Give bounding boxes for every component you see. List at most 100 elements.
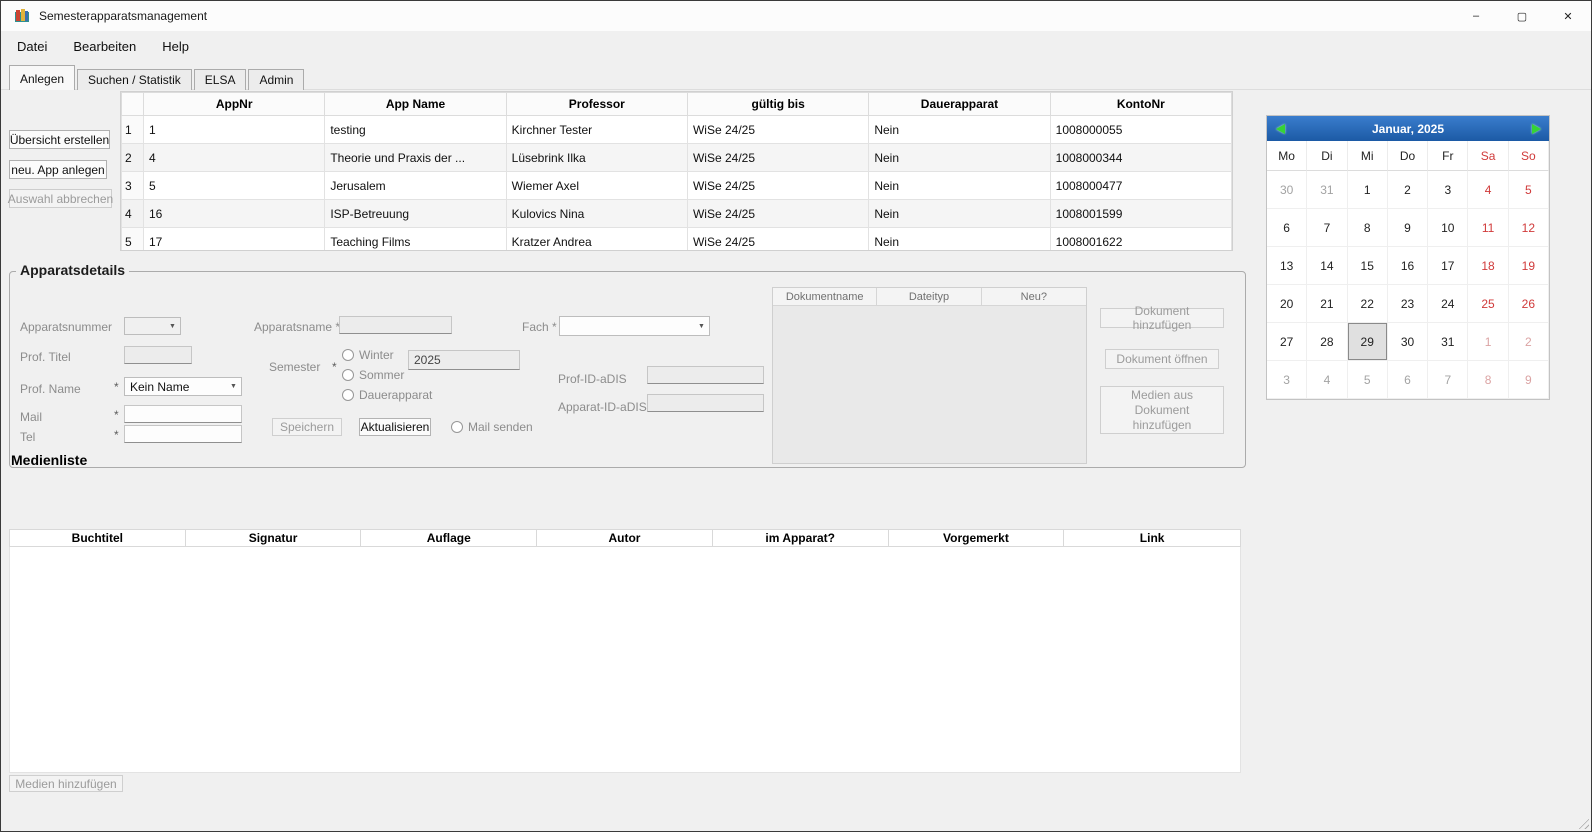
calendar-day[interactable]: 23	[1388, 285, 1428, 323]
prof-name-combobox[interactable]: Kein Name ▼	[124, 377, 242, 396]
table-row[interactable]: 517Teaching FilmsKratzer AndreaWiSe 24/2…	[122, 228, 1232, 252]
table-cell[interactable]: 1008000055	[1050, 116, 1231, 144]
speichern-button[interactable]: Speichern	[272, 418, 342, 436]
calendar-day[interactable]: 27	[1267, 323, 1307, 361]
apparatsname-field[interactable]	[339, 316, 452, 334]
maximize-icon[interactable]: ▢	[1499, 1, 1545, 31]
calendar-day[interactable]: 12	[1509, 209, 1549, 247]
calendar-day[interactable]: 17	[1428, 247, 1468, 285]
calendar-day[interactable]: 7	[1428, 361, 1468, 399]
table-cell[interactable]: 1008001599	[1050, 200, 1231, 228]
tab-admin[interactable]: Admin	[248, 69, 304, 90]
close-icon[interactable]: ✕	[1545, 1, 1591, 31]
apparatsnummer-combobox[interactable]: ▼	[124, 317, 181, 335]
table-cell[interactable]: Kulovics Nina	[506, 200, 687, 228]
resize-grip-icon[interactable]	[1576, 816, 1589, 829]
mail-senden-checkbox[interactable]: Mail senden	[451, 420, 533, 434]
table-cell[interactable]: testing	[325, 116, 506, 144]
tel-field[interactable]	[124, 425, 242, 443]
calendar-day[interactable]: 4	[1468, 171, 1508, 209]
calendar-day[interactable]: 6	[1388, 361, 1428, 399]
tab-suchen-statistik[interactable]: Suchen / Statistik	[77, 69, 192, 90]
apparat-id-adis-field[interactable]	[647, 394, 764, 412]
neu-app-anlegen-button[interactable]: neu. App anlegen	[9, 160, 107, 179]
calendar-day[interactable]: 7	[1307, 209, 1347, 247]
calendar-day[interactable]: 2	[1509, 323, 1549, 361]
calendar-day[interactable]: 22	[1348, 285, 1388, 323]
column-header[interactable]: KontoNr	[1050, 93, 1231, 116]
media-column-header[interactable]: Link	[1064, 530, 1240, 546]
table-cell[interactable]: Theorie und Praxis der ...	[325, 144, 506, 172]
calendar-next-icon[interactable]	[1523, 116, 1549, 141]
table-cell[interactable]: Lüsebrink Ilka	[506, 144, 687, 172]
calendar-day[interactable]: 16	[1388, 247, 1428, 285]
uebersicht-erstellen-button[interactable]: Übersicht erstellen	[9, 130, 110, 149]
tab-anlegen[interactable]: Anlegen	[9, 65, 75, 90]
calendar-day[interactable]: 28	[1307, 323, 1347, 361]
table-cell[interactable]: Nein	[869, 200, 1050, 228]
calendar-day[interactable]: 2	[1388, 171, 1428, 209]
dokument-hinzufuegen-button[interactable]: Dokument hinzufügen	[1100, 308, 1224, 328]
calendar-day[interactable]: 31	[1428, 323, 1468, 361]
table-cell[interactable]: 5	[144, 172, 325, 200]
auswahl-abbrechen-button[interactable]: Auswahl abbrechen	[9, 189, 112, 208]
media-column-header[interactable]: Buchtitel	[10, 530, 186, 546]
calendar-day[interactable]: 8	[1468, 361, 1508, 399]
calendar-day[interactable]: 3	[1428, 171, 1468, 209]
menu-help[interactable]: Help	[149, 31, 202, 63]
calendar-day[interactable]: 4	[1307, 361, 1347, 399]
menu-datei[interactable]: Datei	[4, 31, 60, 63]
table-cell[interactable]: Kratzer Andrea	[506, 228, 687, 252]
table-cell[interactable]: WiSe 24/25	[687, 116, 868, 144]
medien-hinzufuegen-button[interactable]: Medien hinzufügen	[9, 775, 123, 792]
medien-aus-dokument-button[interactable]: Medien aus Dokument hinzufügen	[1100, 386, 1224, 434]
media-column-header[interactable]: Signatur	[186, 530, 362, 546]
table-cell[interactable]: Teaching Films	[325, 228, 506, 252]
table-cell[interactable]: WiSe 24/25	[687, 200, 868, 228]
table-row[interactable]: 416ISP-BetreuungKulovics NinaWiSe 24/25N…	[122, 200, 1232, 228]
calendar-day[interactable]: 3	[1267, 361, 1307, 399]
semester-jahr-field[interactable]	[408, 350, 520, 370]
calendar-day[interactable]: 30	[1267, 171, 1307, 209]
calendar-day[interactable]: 18	[1468, 247, 1508, 285]
table-cell[interactable]: Jerusalem	[325, 172, 506, 200]
table-cell[interactable]: Nein	[869, 228, 1050, 252]
table-cell[interactable]: Nein	[869, 172, 1050, 200]
calendar-day[interactable]: 24	[1428, 285, 1468, 323]
dokument-oeffnen-button[interactable]: Dokument öffnen	[1105, 349, 1219, 369]
calendar-prev-icon[interactable]	[1267, 116, 1293, 141]
calendar-day[interactable]: 29	[1348, 323, 1388, 361]
calendar-day[interactable]: 20	[1267, 285, 1307, 323]
media-column-header[interactable]: Autor	[537, 530, 713, 546]
prof-id-adis-field[interactable]	[647, 366, 764, 384]
table-cell[interactable]: 16	[144, 200, 325, 228]
calendar-day[interactable]: 30	[1388, 323, 1428, 361]
table-cell[interactable]: WiSe 24/25	[687, 228, 868, 252]
table-cell[interactable]: 1008001622	[1050, 228, 1231, 252]
calendar-day[interactable]: 14	[1307, 247, 1347, 285]
calendar-day[interactable]: 5	[1348, 361, 1388, 399]
media-column-header[interactable]: im Apparat?	[713, 530, 889, 546]
table-cell[interactable]: Kirchner Tester	[506, 116, 687, 144]
table-cell[interactable]: 1008000477	[1050, 172, 1231, 200]
calendar-day[interactable]: 8	[1348, 209, 1388, 247]
table-cell[interactable]: 4	[144, 144, 325, 172]
table-cell[interactable]: Nein	[869, 116, 1050, 144]
fach-combobox[interactable]: ▼	[559, 316, 710, 336]
mail-field[interactable]	[124, 405, 242, 423]
column-header[interactable]: AppNr	[144, 93, 325, 116]
table-cell[interactable]: WiSe 24/25	[687, 144, 868, 172]
calendar-day[interactable]: 26	[1509, 285, 1549, 323]
table-cell[interactable]: 17	[144, 228, 325, 252]
column-header[interactable]: Professor	[506, 93, 687, 116]
calendar-day[interactable]: 1	[1348, 171, 1388, 209]
table-row[interactable]: 24Theorie und Praxis der ...Lüsebrink Il…	[122, 144, 1232, 172]
minimize-icon[interactable]: –	[1453, 1, 1499, 31]
calendar-day[interactable]: 31	[1307, 171, 1347, 209]
calendar-day[interactable]: 19	[1509, 247, 1549, 285]
column-header[interactable]: App Name	[325, 93, 506, 116]
aktualisieren-button[interactable]: Aktualisieren	[359, 418, 431, 436]
table-row[interactable]: 11testingKirchner TesterWiSe 24/25Nein10…	[122, 116, 1232, 144]
table-row[interactable]: 35JerusalemWiemer AxelWiSe 24/25Nein1008…	[122, 172, 1232, 200]
tab-elsa[interactable]: ELSA	[194, 69, 247, 90]
